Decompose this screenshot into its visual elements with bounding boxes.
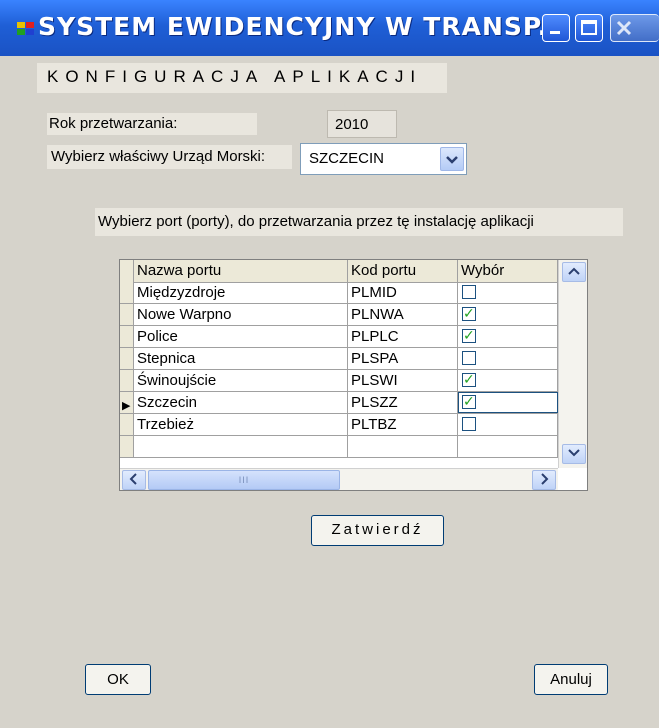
port-checkbox[interactable] — [462, 326, 476, 347]
row-indicator[interactable]: ▶ — [120, 392, 134, 413]
table-row[interactable]: Międzyzdroje PLMID — [120, 282, 558, 304]
port-checkbox[interactable] — [462, 392, 476, 413]
port-code-cell[interactable]: PLSZZ — [348, 392, 458, 413]
port-checkbox[interactable] — [462, 304, 476, 325]
scroll-down-button[interactable] — [562, 444, 586, 464]
urzad-select[interactable]: SZCZECIN — [300, 143, 467, 175]
port-code-cell[interactable]: PLTBZ — [348, 414, 458, 435]
port-checkbox[interactable] — [462, 285, 476, 299]
row-indicator-header — [120, 260, 134, 282]
maximize-icon — [581, 20, 597, 35]
year-field: 2010 — [327, 110, 397, 138]
row-indicator[interactable] — [120, 282, 134, 303]
minimize-icon — [550, 31, 560, 34]
vertical-scrollbar[interactable] — [558, 260, 587, 468]
scroll-left-button[interactable] — [122, 470, 146, 490]
table-row[interactable]: Nowe Warpno PLNWA — [120, 304, 558, 326]
chevron-right-icon — [541, 473, 549, 485]
port-checkbox[interactable] — [462, 370, 476, 391]
port-name-cell[interactable]: Międzyzdroje — [134, 282, 348, 303]
maximize-button[interactable] — [575, 14, 603, 42]
urzad-label-panel: Wybierz właściwy Urząd Morski: — [47, 145, 292, 169]
year-label: Rok przetwarzania: — [49, 115, 178, 132]
cancel-button[interactable]: Anuluj — [534, 664, 608, 695]
port-choice-cell[interactable] — [458, 326, 558, 347]
port-code-cell[interactable]: PLMID — [348, 282, 458, 303]
row-indicator[interactable] — [120, 348, 134, 369]
port-choice-cell[interactable] — [458, 392, 558, 413]
confirm-button[interactable]: Zatwierdź — [311, 515, 444, 546]
scroll-right-button[interactable] — [532, 470, 556, 490]
port-code-cell[interactable]: PLPLC — [348, 326, 458, 347]
scrollbar-thumb[interactable]: III — [148, 470, 340, 490]
port-instruction-panel: Wybierz port (porty), do przetwarzania p… — [95, 208, 623, 236]
port-checkbox[interactable] — [462, 351, 476, 365]
year-label-panel: Rok przetwarzania: — [47, 113, 257, 135]
port-choice-cell[interactable] — [458, 370, 558, 391]
window-title: SYSTEM EWIDENCYJNY W TRANSP... — [38, 12, 570, 41]
port-choice-cell[interactable] — [458, 414, 558, 435]
port-name-cell[interactable]: Świnoujście — [134, 370, 348, 391]
port-code-cell[interactable]: PLNWA — [348, 304, 458, 325]
port-name-cell[interactable] — [134, 436, 348, 457]
close-icon — [616, 20, 632, 36]
chevron-left-icon — [129, 473, 137, 485]
chevron-down-icon — [446, 156, 458, 164]
row-indicator[interactable] — [120, 304, 134, 325]
row-indicator[interactable] — [120, 370, 134, 391]
chevron-up-icon — [568, 267, 580, 275]
column-header-code[interactable]: Kod portu — [348, 260, 458, 282]
grid-header: Nazwa portu Kod portu Wybór — [120, 260, 558, 283]
table-row[interactable]: Świnoujście PLSWI — [120, 370, 558, 392]
port-code-cell[interactable] — [348, 436, 458, 457]
horizontal-scrollbar[interactable]: III — [120, 468, 558, 490]
row-indicator[interactable] — [120, 436, 134, 457]
page-title: KONFIGURACJA APLIKACJI — [47, 67, 423, 86]
table-row[interactable]: Stepnica PLSPA — [120, 348, 558, 370]
table-row[interactable]: ▶ Szczecin PLSZZ — [120, 392, 558, 414]
port-code-cell[interactable]: PLSWI — [348, 370, 458, 391]
row-indicator[interactable] — [120, 326, 134, 347]
port-name-cell[interactable]: Police — [134, 326, 348, 347]
dropdown-button[interactable] — [440, 147, 464, 171]
table-row[interactable]: Trzebież PLTBZ — [120, 414, 558, 436]
port-choice-cell[interactable] — [458, 282, 558, 303]
port-name-cell[interactable]: Szczecin — [134, 392, 348, 413]
header-panel: KONFIGURACJA APLIKACJI — [37, 63, 447, 93]
column-header-choice[interactable]: Wybór — [458, 260, 558, 282]
urzad-label: Wybierz właściwy Urząd Morski: — [51, 148, 266, 165]
title-bar: SYSTEM EWIDENCYJNY W TRANSP... — [0, 0, 659, 56]
port-name-cell[interactable]: Stepnica — [134, 348, 348, 369]
port-instruction: Wybierz port (porty), do przetwarzania p… — [98, 213, 534, 230]
column-header-name[interactable]: Nazwa portu — [134, 260, 348, 282]
urzad-selected-value: SZCZECIN — [309, 150, 384, 167]
close-button[interactable] — [610, 14, 659, 42]
table-row[interactable] — [120, 436, 558, 458]
port-checkbox[interactable] — [462, 417, 476, 431]
scroll-up-button[interactable] — [562, 262, 586, 282]
ports-grid: Nazwa portu Kod portu Wybór Międzyzdroje… — [119, 259, 588, 491]
port-code-cell[interactable]: PLSPA — [348, 348, 458, 369]
application-window: SYSTEM EWIDENCYJNY W TRANSP... KONFIGURA… — [0, 0, 659, 728]
port-choice-cell[interactable] — [458, 436, 558, 457]
table-row[interactable]: Police PLPLC — [120, 326, 558, 348]
port-name-cell[interactable]: Trzebież — [134, 414, 348, 435]
year-value: 2010 — [335, 116, 369, 133]
app-icon — [17, 22, 34, 35]
port-choice-cell[interactable] — [458, 348, 558, 369]
minimize-button[interactable] — [542, 14, 570, 42]
port-name-cell[interactable]: Nowe Warpno — [134, 304, 348, 325]
ok-button[interactable]: OK — [85, 664, 151, 695]
row-indicator[interactable] — [120, 414, 134, 435]
chevron-down-icon — [568, 449, 580, 457]
port-choice-cell[interactable] — [458, 304, 558, 325]
